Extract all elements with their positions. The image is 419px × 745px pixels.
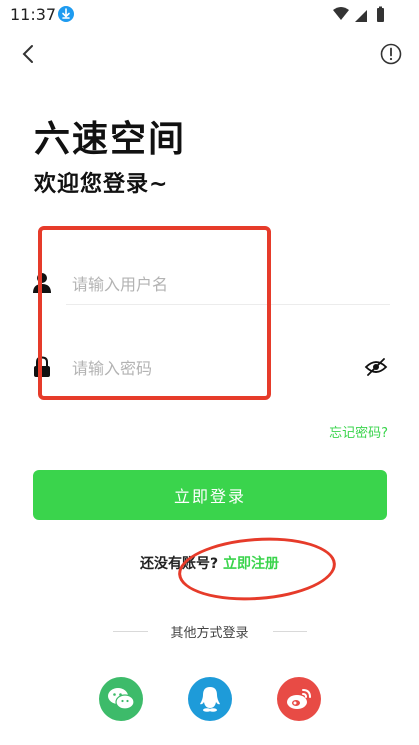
status-time: 11:37: [10, 5, 57, 24]
top-nav: [0, 36, 419, 72]
other-login-row: 其他方式登录: [0, 622, 419, 642]
app-title: 六速空间: [34, 119, 187, 160]
login-button[interactable]: 立即登录: [33, 470, 387, 520]
username-underline: [66, 304, 390, 305]
user-icon: [32, 272, 52, 294]
username-input[interactable]: [72, 270, 372, 298]
system-status-icons: [333, 6, 384, 22]
toggle-password-visibility[interactable]: [364, 356, 388, 378]
register-prompt: 还没有账号?: [140, 556, 219, 572]
qq-icon: [200, 687, 220, 712]
back-button[interactable]: [16, 40, 42, 68]
wechat-login-button[interactable]: [99, 677, 143, 721]
info-icon: [380, 43, 402, 65]
username-field-row: [30, 258, 390, 310]
password-input[interactable]: [72, 354, 372, 382]
other-login-label: 其他方式登录: [170, 626, 249, 641]
register-link[interactable]: 立即注册: [223, 556, 279, 572]
weibo-login-button[interactable]: [277, 677, 321, 721]
qq-login-button[interactable]: [188, 677, 232, 721]
info-button[interactable]: [379, 42, 403, 66]
lock-icon: [32, 356, 52, 378]
welcome-text: 欢迎您登录~: [34, 172, 169, 197]
forgot-password-link[interactable]: 忘记密码?: [329, 422, 388, 441]
register-row: 还没有账号? 立即注册: [0, 553, 419, 573]
download-icon: [58, 6, 74, 22]
status-bar: 11:37: [0, 0, 419, 30]
eye-off-icon: [364, 358, 388, 376]
back-arrow-icon: [22, 45, 33, 63]
weibo-icon: [287, 689, 311, 709]
wechat-icon: [108, 688, 135, 710]
password-field-row: [30, 342, 390, 394]
divider-right: [273, 631, 307, 632]
